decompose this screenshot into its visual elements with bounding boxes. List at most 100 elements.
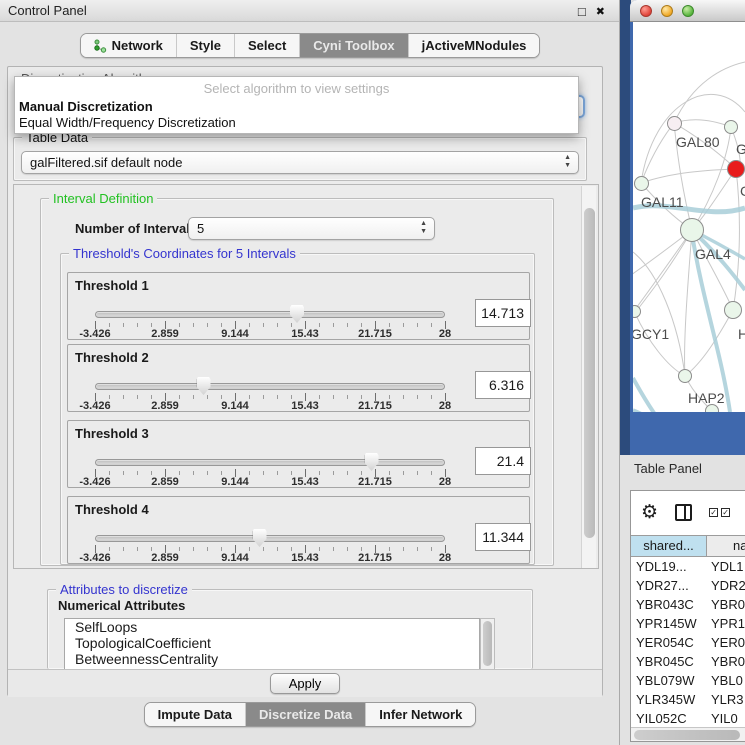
tick-label: 28 (439, 476, 451, 488)
minimize-window-icon[interactable] (661, 5, 673, 17)
tick-mark (137, 395, 138, 399)
tick-label: 21.715 (358, 552, 392, 564)
threshold-value-field[interactable]: 11.344 (475, 523, 531, 551)
threshold-slider-3[interactable]: -3.4262.8599.14415.4321.71528 (95, 454, 445, 484)
zoom-window-icon[interactable] (682, 5, 694, 17)
slider-track[interactable] (95, 459, 445, 466)
close-window-icon[interactable] (640, 5, 652, 17)
dropdown-option-manual-discretization[interactable]: Manual Discretization (15, 99, 578, 115)
tab-select[interactable]: Select (235, 34, 300, 57)
tick-mark (361, 323, 362, 327)
tick-mark (263, 323, 264, 327)
attributes-list-scrollbar[interactable] (480, 618, 495, 670)
table-row[interactable]: YBL079WYBL0 (631, 671, 745, 690)
threshold-value-field[interactable]: 14.713 (475, 299, 531, 327)
table-row[interactable]: YDR27...YDR2 (631, 576, 745, 595)
threshold-value-field[interactable]: 21.4 (475, 447, 531, 475)
node-label: GAL11 (641, 194, 684, 210)
network-node[interactable] (705, 404, 719, 412)
network-node-ga[interactable] (724, 120, 738, 134)
tick-mark (389, 547, 390, 551)
tab-jactivemnodules[interactable]: jActiveMNodules (409, 34, 540, 57)
close-panel-icon[interactable]: ✖ (596, 5, 605, 18)
slider-track[interactable] (95, 535, 445, 542)
tick-mark (431, 395, 432, 399)
tab-label: Cyni Toolbox (313, 38, 394, 53)
tick-mark (207, 323, 208, 327)
vertical-scrollbar[interactable] (581, 186, 596, 569)
column-header-name[interactable]: na (707, 536, 745, 556)
network-node-hap2[interactable] (678, 369, 692, 383)
table-row[interactable]: YDL19...YDL1 (631, 557, 745, 576)
numerical-attributes-list[interactable]: SelfLoopsTopologicalCoefficientBetweenne… (64, 618, 480, 670)
float-window-icon[interactable]: □ (578, 4, 586, 19)
tick-mark (277, 323, 278, 327)
cell-shared-name: YBR043C (631, 595, 707, 614)
attribute-item-selfloops[interactable]: SelfLoops (65, 619, 479, 635)
dropdown-option-equal-width-frequency-discretization[interactable]: Equal Width/Frequency Discretization (15, 115, 578, 131)
apply-bar: Apply (8, 669, 602, 697)
apply-button[interactable]: Apply (270, 673, 341, 694)
tick-label: 9.144 (221, 552, 249, 564)
table-row[interactable]: YBR045CYBR0 (631, 652, 745, 671)
tick-mark (109, 547, 110, 551)
tab-cyni-toolbox[interactable]: Cyni Toolbox (300, 34, 408, 57)
combo-steppers-icon: ▲▼ (564, 154, 571, 170)
cell-name: YDL1 (707, 557, 745, 576)
tick-mark (221, 395, 222, 399)
tick-mark (193, 323, 194, 327)
attribute-item-topologicalcoefficient[interactable]: TopologicalCoefficient (65, 635, 479, 651)
tab-network[interactable]: Network (81, 34, 177, 57)
table-data-combobox[interactable]: galFiltered.sif default node ▲▼ (21, 151, 579, 174)
gear-icon[interactable]: ⚙ (641, 503, 658, 522)
tab-label: Discretize Data (259, 707, 352, 722)
network-node-gal80[interactable] (667, 116, 682, 131)
checkbox-icon[interactable]: ✓ (721, 508, 730, 517)
number-of-intervals-combobox[interactable]: 5 ▲▼ (188, 217, 435, 240)
tick-label: 21.715 (358, 400, 392, 412)
threshold-label: Threshold 1 (75, 278, 149, 293)
tick-mark (277, 471, 278, 475)
table-row[interactable]: YER054CYER0 (631, 633, 745, 652)
interval-definition-group: Interval Definition Number of Intervals … (40, 198, 554, 566)
tick-mark (249, 547, 250, 551)
bottom-tab-infer-network[interactable]: Infer Network (366, 703, 475, 726)
scrollbar-thumb[interactable] (634, 730, 740, 740)
column-header-shared-name[interactable]: shared... (631, 536, 707, 556)
tab-style[interactable]: Style (177, 34, 235, 57)
network-node-h[interactable] (724, 301, 742, 319)
network-node-gal4[interactable] (680, 218, 704, 242)
table-row[interactable]: YBR043CYBR0 (631, 595, 745, 614)
horizontal-scrollbar[interactable] (631, 727, 745, 742)
right-pane: GAL80GACGAL11GAL4GCY1HHAP2 Table Panel ⚙… (620, 0, 745, 745)
tick-label: -3.426 (79, 328, 110, 340)
tick-mark (179, 395, 180, 399)
control-panel-title: Control Panel (0, 0, 619, 22)
tick-label: 9.144 (221, 400, 249, 412)
threshold-slider-4[interactable]: -3.4262.8599.14415.4321.71528 (95, 530, 445, 560)
threshold-slider-1[interactable]: -3.4262.8599.14415.4321.71528 (95, 306, 445, 336)
table-row[interactable]: YIL052CYIL0 (631, 709, 745, 728)
tick-mark (137, 471, 138, 475)
bottom-tab-discretize-data[interactable]: Discretize Data (246, 703, 366, 726)
checkbox-icon[interactable]: ✓ (709, 508, 718, 517)
slider-track[interactable] (95, 383, 445, 390)
slider-track[interactable] (95, 311, 445, 318)
scrollbar-thumb[interactable] (584, 208, 595, 538)
split-columns-icon[interactable] (675, 504, 692, 521)
threshold-panel-4: Threshold 4-3.4262.8599.14415.4321.71528… (67, 496, 530, 564)
network-node-gcy1[interactable] (633, 305, 641, 318)
tick-mark (221, 471, 222, 475)
tab-label: Select (248, 38, 286, 53)
network-node-c[interactable] (727, 160, 745, 178)
bottom-tab-impute-data[interactable]: Impute Data (145, 703, 246, 726)
attribute-item-betweennesscentrality[interactable]: BetweennessCentrality (65, 651, 479, 667)
threshold-slider-2[interactable]: -3.4262.8599.14415.4321.71528 (95, 378, 445, 408)
tick-label: 2.859 (151, 552, 179, 564)
tick-mark (291, 323, 292, 327)
network-node-gal11[interactable] (634, 176, 649, 191)
table-row[interactable]: YLR345WYLR3 (631, 690, 745, 709)
network-canvas[interactable]: GAL80GACGAL11GAL4GCY1HHAP2 (633, 22, 745, 412)
threshold-value-field[interactable]: 6.316 (475, 371, 531, 399)
table-row[interactable]: YPR145WYPR1 (631, 614, 745, 633)
